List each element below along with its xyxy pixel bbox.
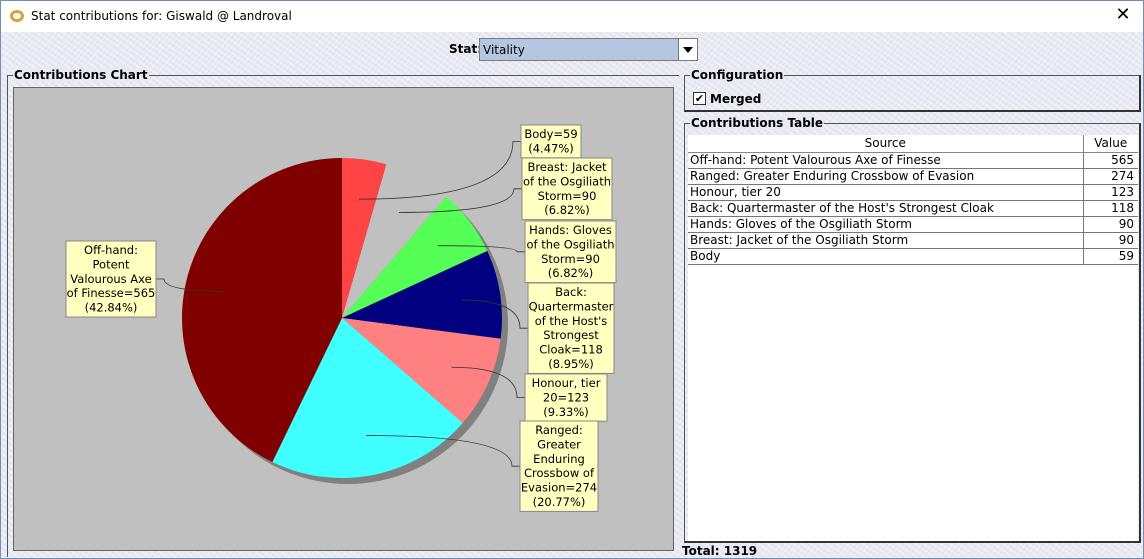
value-cell: 118 bbox=[1082, 200, 1138, 217]
contributions-table-title: Contributions Table bbox=[690, 116, 825, 130]
slice-label-text: Back: bbox=[555, 285, 587, 299]
slice-label-text: Greater bbox=[537, 437, 581, 451]
source-cell: Ranged: Greater Enduring Crossbow of Eva… bbox=[688, 168, 1083, 185]
table-row[interactable]: Honour, tier 20 123 bbox=[688, 184, 1138, 201]
ring-app-icon bbox=[10, 10, 24, 22]
slice-label-text: (6.82%) bbox=[548, 266, 594, 280]
slice-label-text: of the Host's bbox=[535, 314, 608, 328]
stat-select-value: Vitality bbox=[483, 43, 525, 57]
slice-label-text: Off-hand: bbox=[84, 243, 138, 257]
title-bar[interactable]: Stat contributions for: Giswald @ Landro… bbox=[1, 1, 1143, 32]
slice-label-text: Body=59 bbox=[524, 127, 577, 141]
column-header-value[interactable]: Value bbox=[1083, 135, 1138, 153]
source-cell: Off-hand: Potent Valourous Axe of Finess… bbox=[688, 152, 1083, 169]
merged-label[interactable]: Merged bbox=[710, 92, 761, 106]
merged-checkbox[interactable]: ✔ bbox=[693, 92, 706, 105]
slice-label-text: Valourous Axe bbox=[70, 272, 151, 286]
dropdown-button[interactable] bbox=[678, 39, 697, 60]
value-cell: 59 bbox=[1082, 248, 1138, 265]
slice-label-text: Breast: Jacket bbox=[527, 160, 607, 174]
client-area: Stat: Vitality Contributions Chart Body=… bbox=[1, 32, 1143, 558]
window-title: Stat contributions for: Giswald @ Landro… bbox=[31, 9, 292, 23]
contributions-table-panel: Contributions Table Source Value Off-han… bbox=[684, 116, 1141, 543]
table-row[interactable]: Back: Quartermaster of the Host's Strong… bbox=[688, 200, 1138, 217]
slice-label-text: Strongest bbox=[543, 328, 599, 342]
table-row[interactable]: Hands: Gloves of the Osgiliath Storm 90 bbox=[688, 216, 1138, 233]
configuration-panel: Configuration ✔ Merged bbox=[684, 68, 1141, 112]
value-cell: 123 bbox=[1082, 184, 1138, 201]
contributions-table-container: Source Value Off-hand: Potent Valourous … bbox=[688, 135, 1138, 541]
pie-chart-area: Body=59 (4.47%) Breast: Jacket of the Osgil… bbox=[13, 87, 674, 551]
value-cell: 274 bbox=[1082, 168, 1138, 185]
slice-label-text: Potent bbox=[93, 257, 130, 271]
slice-label-text: Cloak=118 bbox=[539, 343, 603, 357]
source-cell: Honour, tier 20 bbox=[688, 184, 1083, 201]
source-cell: Body bbox=[688, 248, 1083, 265]
slice-label-text: Ranged: bbox=[535, 423, 583, 437]
stat-contributions-window: Stat contributions for: Giswald @ Landro… bbox=[0, 0, 1144, 559]
slice-label-text: (42.84%) bbox=[85, 301, 138, 315]
table-header-row: Source Value bbox=[688, 135, 1138, 153]
configuration-title: Configuration bbox=[690, 68, 785, 82]
slice-label-text: (6.82%) bbox=[544, 203, 590, 217]
slice-label-text: Honour, tier bbox=[532, 376, 601, 390]
pie-chart: Body=59(4.47%)Breast: Jacketof the Osgil… bbox=[65, 124, 617, 512]
slice-label-text: (20.77%) bbox=[533, 495, 586, 509]
slice-label-text: Hands: Gloves bbox=[529, 223, 612, 237]
table-row[interactable]: Body 59 bbox=[688, 248, 1138, 265]
slice-label-text: 20=123 bbox=[543, 390, 589, 404]
slice-label-text: (8.95%) bbox=[548, 357, 594, 371]
slice-label-text: Quartermaster bbox=[529, 299, 614, 313]
slice-label-text: of the Osgiliath bbox=[523, 174, 611, 188]
slice-label-text: Storm=90 bbox=[538, 189, 597, 203]
slice-label-text: (4.47%) bbox=[528, 141, 574, 155]
stat-select[interactable]: Vitality bbox=[479, 38, 698, 61]
table-row[interactable]: Off-hand: Potent Valourous Axe of Finess… bbox=[688, 152, 1138, 169]
slice-label-text: Crossbow of bbox=[524, 466, 595, 480]
column-header-source[interactable]: Source bbox=[688, 135, 1084, 153]
source-cell: Breast: Jacket of the Osgiliath Storm bbox=[688, 232, 1083, 249]
value-cell: 565 bbox=[1082, 152, 1138, 169]
slice-label-text: of the Osgiliath bbox=[526, 237, 614, 251]
close-button[interactable]: ✕ bbox=[1113, 5, 1133, 25]
slice-label-text: (9.33%) bbox=[543, 405, 589, 419]
value-cell: 90 bbox=[1082, 232, 1138, 249]
source-cell: Hands: Gloves of the Osgiliath Storm bbox=[688, 216, 1083, 233]
slice-label-text: Evasion=274 bbox=[521, 481, 597, 495]
total-label: Total: 1319 bbox=[682, 544, 758, 558]
table-row[interactable]: Breast: Jacket of the Osgiliath Storm 90 bbox=[688, 232, 1138, 249]
slice-label-text: Enduring bbox=[533, 452, 585, 466]
slice-label-text: of Finesse=565 bbox=[67, 286, 156, 300]
contributions-table: Source Value Off-hand: Potent Valourous … bbox=[688, 135, 1138, 265]
value-cell: 90 bbox=[1082, 216, 1138, 233]
contributions-chart-title: Contributions Chart bbox=[13, 68, 149, 82]
contributions-chart-panel: Contributions Chart Body=59 (4.47%) Breast… bbox=[7, 68, 679, 557]
chevron-down-icon bbox=[683, 47, 693, 53]
stat-label: Stat: bbox=[449, 42, 483, 56]
source-cell: Back: Quartermaster of the Host's Strong… bbox=[688, 200, 1083, 217]
table-row[interactable]: Ranged: Greater Enduring Crossbow of Eva… bbox=[688, 168, 1138, 185]
slice-label-text: Storm=90 bbox=[541, 252, 600, 266]
